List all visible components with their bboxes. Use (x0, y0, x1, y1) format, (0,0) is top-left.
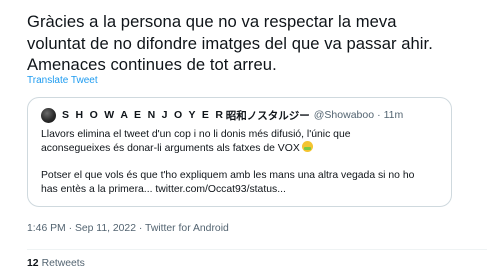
tweet-timestamp[interactable]: 1:46 PM (27, 223, 66, 234)
retweet-label: Retweets (41, 258, 85, 269)
tweet-metadata: 1:46 PM · Sep 11, 2022 · Twitter for And… (27, 223, 229, 234)
quoted-text-line: Llavors elimina el tweet d'un cop i no l… (41, 129, 351, 140)
nauseated-face-icon (301, 141, 313, 153)
separator-dot: · (65, 223, 75, 234)
quoted-tweet-time[interactable]: 11m (384, 109, 404, 121)
separator-dot: · (136, 223, 146, 234)
quoted-author-name[interactable]: S H O W A E N J O Y E R (62, 109, 225, 121)
quoted-text-line: has entès a la primera... twitter.com/Oc… (41, 183, 286, 195)
tweet-text-line: Gràcies a la persona que no va respectar… (27, 12, 397, 31)
quoted-text-line: Potser el que vols és que t'ho expliquem… (41, 170, 415, 182)
tweet-detail: Gràcies a la persona que no va respectar… (0, 0, 487, 269)
avatar[interactable] (41, 107, 56, 123)
tweet-text-line: Amenaces continues de tot arreu. (27, 55, 277, 74)
quoted-text-line: aconsegueixes és donar-li arguments als … (41, 141, 445, 155)
tweet-date[interactable]: Sep 11, 2022 (75, 223, 136, 234)
tweet-text: Gràcies a la persona que no va respectar… (27, 11, 479, 76)
quoted-author-name-jp[interactable]: 昭和ノスタルジー (226, 108, 310, 123)
quoted-text-segment: aconsegueixes és donar-li arguments als … (41, 143, 300, 155)
tweet-text-line: voluntat de no difondre imatges del que … (27, 33, 433, 53)
tweet-source[interactable]: Twitter for Android (145, 223, 229, 234)
quoted-tweet-body: Llavors elimina el tweet d'un cop i no l… (41, 128, 445, 196)
quoted-tweet-card[interactable]: S H O W A E N J O Y E R 昭和ノスタルジー @Showab… (27, 97, 452, 207)
quoted-tweet-header: S H O W A E N J O Y E R 昭和ノスタルジー @Showab… (41, 107, 403, 123)
divider (27, 249, 487, 250)
translate-tweet-link[interactable]: Translate Tweet (27, 75, 98, 86)
retweet-count: 12 (27, 258, 39, 269)
separator-dot: · (377, 109, 381, 121)
quoted-author-handle[interactable]: @Showaboo (314, 109, 374, 121)
retweet-stats[interactable]: 12 Retweets (27, 258, 85, 269)
